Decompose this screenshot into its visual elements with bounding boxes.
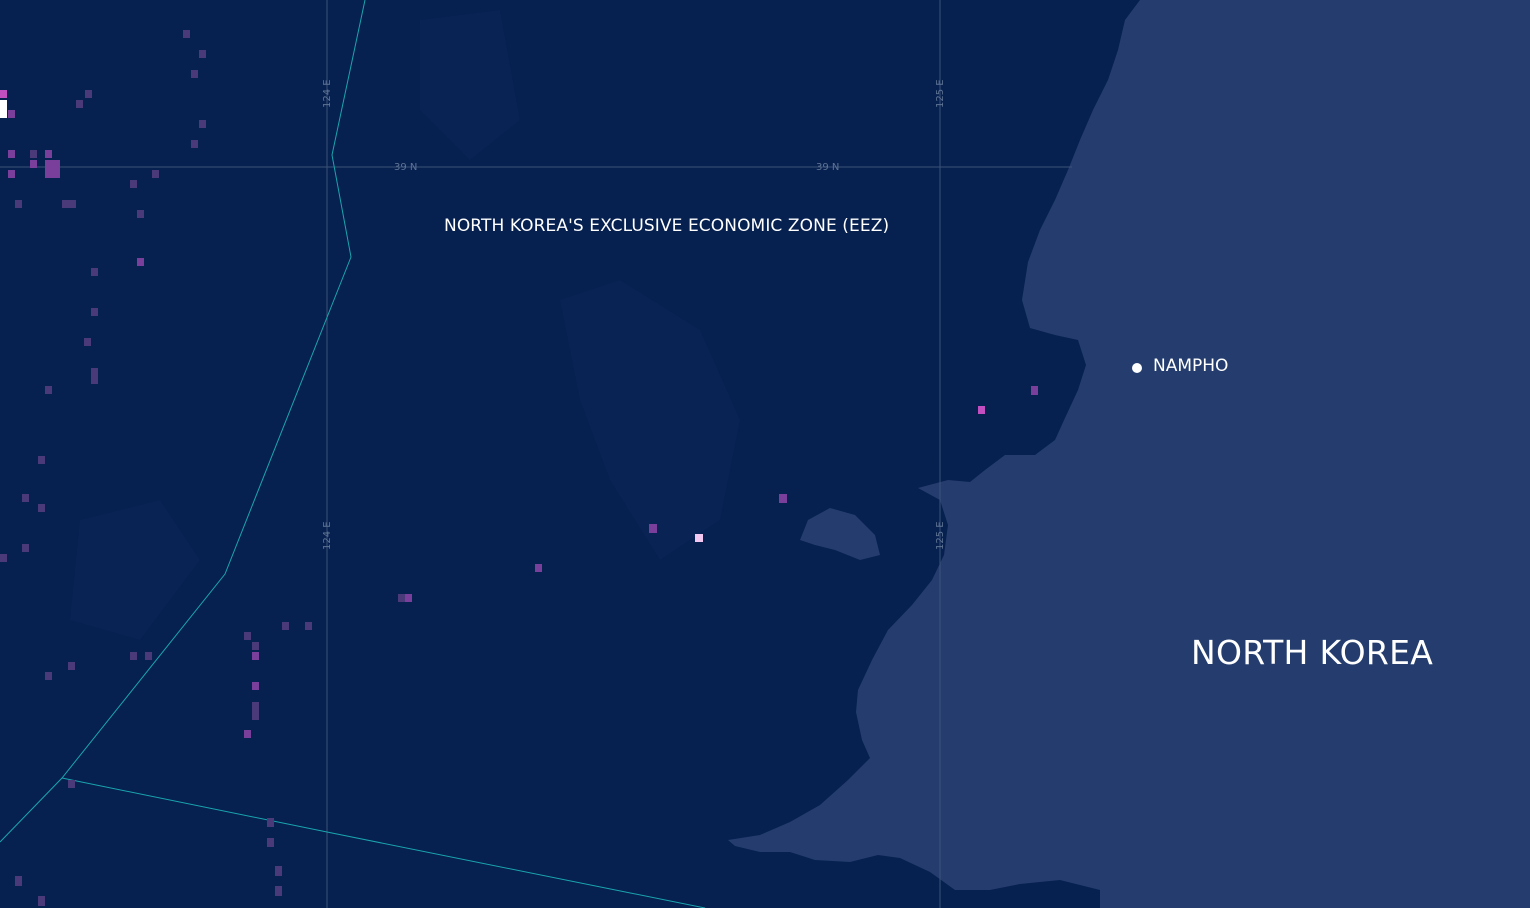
map-canvas[interactable]: 124 E 124 E 125 E 125 E 39 N 39 N <box>0 0 1530 908</box>
meridian-label: 125 E <box>935 521 946 550</box>
activity-cell <box>779 494 787 503</box>
activity-cell <box>199 50 206 58</box>
activity-cell <box>252 652 259 660</box>
activity-cell <box>199 120 206 128</box>
activity-cell <box>0 90 7 98</box>
activity-cell <box>91 368 98 384</box>
activity-cell <box>183 30 190 38</box>
activity-cell <box>84 338 91 346</box>
activity-cell <box>68 662 75 670</box>
meridian-label: 125 E <box>935 79 946 108</box>
activity-cell <box>145 652 152 660</box>
activity-cell <box>267 838 274 847</box>
activity-cell <box>130 652 137 660</box>
activity-cell <box>137 258 144 266</box>
activity-cell <box>76 100 83 108</box>
activity-cell <box>282 622 289 630</box>
city-marker-icon[interactable] <box>1132 363 1142 373</box>
activity-cell <box>244 730 251 738</box>
map-view[interactable]: 124 E 124 E 125 E 125 E 39 N 39 N NORTH … <box>0 0 1530 908</box>
city-label: NAMPHO <box>1153 356 1229 376</box>
meridian-label: 124 E <box>322 79 333 108</box>
parallel-label: 39 N <box>816 162 839 173</box>
activity-cell <box>244 632 251 640</box>
eez-label: NORTH KOREA'S EXCLUSIVE ECONOMIC ZONE (E… <box>444 216 890 236</box>
activity-cell <box>191 70 198 78</box>
activity-cell <box>267 818 274 827</box>
activity-cell <box>38 896 45 906</box>
activity-cell <box>30 160 37 168</box>
activity-cell <box>649 524 657 533</box>
activity-cell <box>45 672 52 680</box>
meridian-label: 124 E <box>322 521 333 550</box>
activity-cell <box>15 876 22 886</box>
activity-cell <box>0 100 7 118</box>
country-label: NORTH KOREA <box>1191 633 1434 672</box>
activity-cell <box>1031 386 1038 395</box>
activity-cell <box>91 308 98 316</box>
activity-cell <box>252 702 259 720</box>
activity-cell <box>978 406 985 414</box>
activity-cell <box>695 534 703 542</box>
activity-cell <box>275 886 282 896</box>
activity-cell <box>305 622 312 630</box>
activity-cell <box>275 866 282 876</box>
activity-cell <box>45 150 52 158</box>
activity-cell <box>38 504 45 512</box>
activity-cell <box>91 268 98 276</box>
activity-cell <box>85 90 92 98</box>
activity-cell <box>398 594 405 602</box>
activity-cell <box>130 180 137 188</box>
activity-cell <box>137 210 144 218</box>
activity-cell <box>45 386 52 394</box>
activity-cell <box>191 140 198 148</box>
activity-cell <box>68 780 75 788</box>
activity-cell <box>38 456 45 464</box>
activity-cell <box>15 200 22 208</box>
activity-cell <box>62 200 76 208</box>
activity-cell <box>8 110 15 118</box>
activity-cell <box>152 170 159 178</box>
activity-cell <box>0 554 7 562</box>
activity-cell <box>535 564 542 572</box>
activity-cell <box>8 150 15 158</box>
activity-cell <box>30 150 37 158</box>
activity-cell <box>405 594 412 602</box>
activity-cell <box>22 494 29 502</box>
activity-cell <box>252 682 259 690</box>
parallel-label: 39 N <box>394 162 417 173</box>
activity-cell <box>8 170 15 178</box>
activity-cell <box>45 160 60 178</box>
activity-cell <box>22 544 29 552</box>
activity-cell <box>252 642 259 650</box>
